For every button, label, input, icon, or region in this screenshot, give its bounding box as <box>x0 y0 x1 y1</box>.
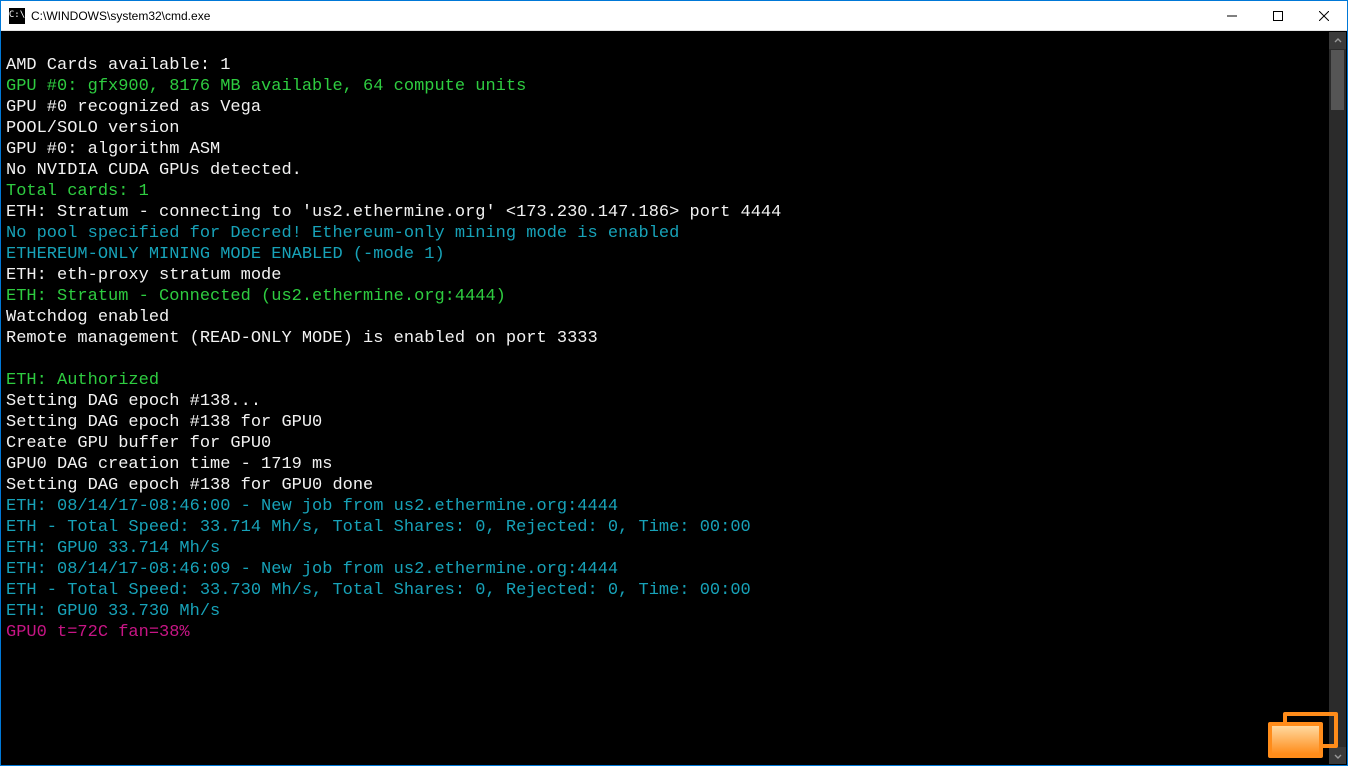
terminal-line: GPU #0: gfx900, 8176 MB available, 64 co… <box>6 76 1325 97</box>
terminal-output[interactable]: AMD Cards available: 1GPU #0: gfx900, 81… <box>2 32 1329 764</box>
terminal-line: Create GPU buffer for GPU0 <box>6 433 1325 454</box>
terminal-line: ETH: Authorized <box>6 370 1325 391</box>
terminal-line: Setting DAG epoch #138 for GPU0 done <box>6 475 1325 496</box>
chevron-up-icon <box>1334 37 1342 45</box>
terminal-line: GPU0 t=72C fan=38% <box>6 622 1325 643</box>
terminal-line: ETH: eth-proxy stratum mode <box>6 265 1325 286</box>
terminal-line: ETH: 08/14/17-08:46:00 - New job from us… <box>6 496 1325 517</box>
vertical-scrollbar[interactable] <box>1329 32 1346 764</box>
terminal-line: ETH: GPU0 33.730 Mh/s <box>6 601 1325 622</box>
watermark-logo <box>1268 712 1338 758</box>
terminal-line: ETH: 08/14/17-08:46:09 - New job from us… <box>6 559 1325 580</box>
window-title: C:\WINDOWS\system32\cmd.exe <box>31 9 210 23</box>
terminal-line: ETH - Total Speed: 33.714 Mh/s, Total Sh… <box>6 517 1325 538</box>
scroll-up-button[interactable] <box>1329 32 1346 49</box>
terminal-line: GPU #0: algorithm ASM <box>6 139 1325 160</box>
terminal-line: No NVIDIA CUDA GPUs detected. <box>6 160 1325 181</box>
maximize-button[interactable] <box>1255 1 1301 31</box>
terminal-line: GPU #0 recognized as Vega <box>6 97 1325 118</box>
terminal-line: ETH - Total Speed: 33.730 Mh/s, Total Sh… <box>6 580 1325 601</box>
terminal-line: No pool specified for Decred! Ethereum-o… <box>6 223 1325 244</box>
scroll-thumb[interactable] <box>1331 50 1344 110</box>
terminal-line: ETH: GPU0 33.714 Mh/s <box>6 538 1325 559</box>
terminal-line <box>6 34 1325 55</box>
close-button[interactable] <box>1301 1 1347 31</box>
minimize-icon <box>1227 11 1237 21</box>
titlebar[interactable]: C:\ C:\WINDOWS\system32\cmd.exe <box>1 1 1347 31</box>
terminal-line: AMD Cards available: 1 <box>6 55 1325 76</box>
terminal-line <box>6 349 1325 370</box>
terminal-line: POOL/SOLO version <box>6 118 1325 139</box>
cmd-icon: C:\ <box>9 8 25 24</box>
minimize-button[interactable] <box>1209 1 1255 31</box>
terminal-line: Remote management (READ-ONLY MODE) is en… <box>6 328 1325 349</box>
maximize-icon <box>1273 11 1283 21</box>
terminal-line: ETHEREUM-ONLY MINING MODE ENABLED (-mode… <box>6 244 1325 265</box>
terminal-line: Watchdog enabled <box>6 307 1325 328</box>
client-area: AMD Cards available: 1GPU #0: gfx900, 81… <box>2 32 1346 764</box>
terminal-line: ETH: Stratum - connecting to 'us2.etherm… <box>6 202 1325 223</box>
terminal-line: GPU0 DAG creation time - 1719 ms <box>6 454 1325 475</box>
cmd-window: C:\ C:\WINDOWS\system32\cmd.exe AMD Card… <box>0 0 1348 766</box>
terminal-line: Total cards: 1 <box>6 181 1325 202</box>
terminal-line: Setting DAG epoch #138 for GPU0 <box>6 412 1325 433</box>
terminal-line: Setting DAG epoch #138... <box>6 391 1325 412</box>
close-icon <box>1319 11 1329 21</box>
terminal-line: ETH: Stratum - Connected (us2.ethermine.… <box>6 286 1325 307</box>
